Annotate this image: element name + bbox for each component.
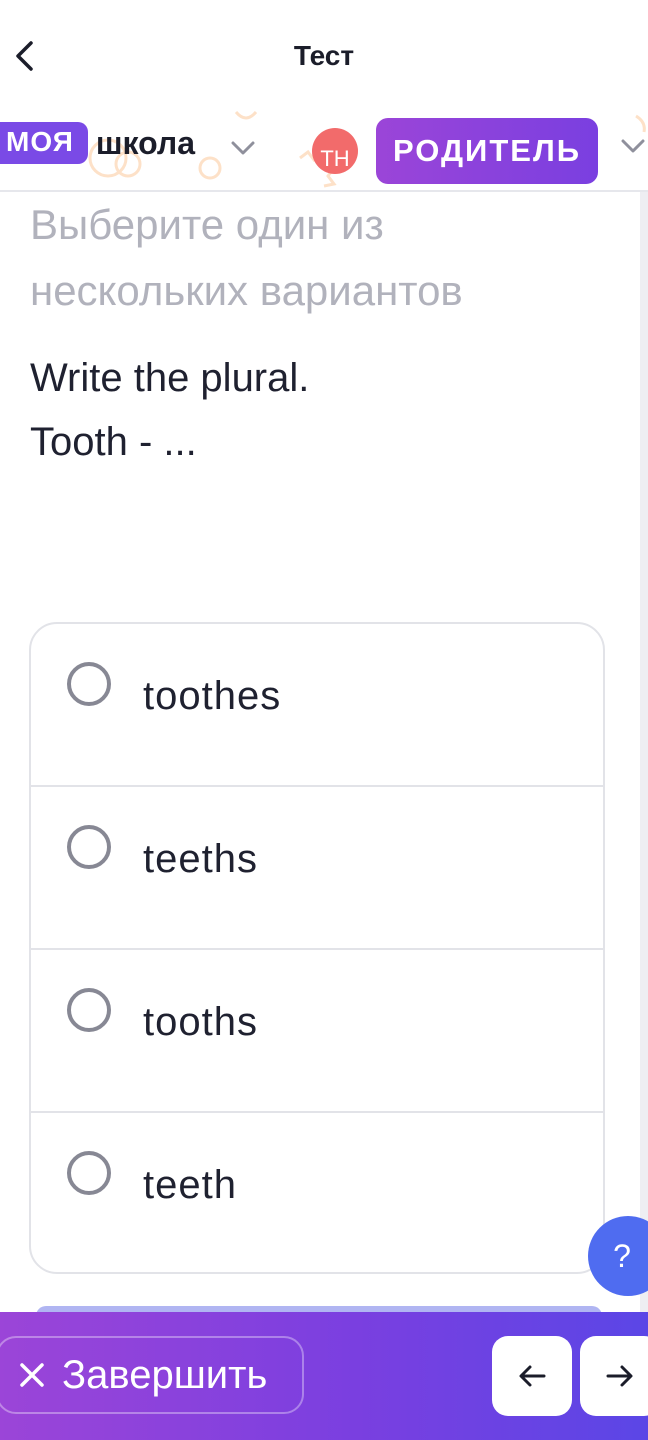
bottom-bar: Завершить — [0, 1312, 648, 1440]
question-hint: Выберите один из нескольких вариантов — [30, 201, 463, 314]
page-title: Тест — [293, 40, 355, 71]
answer-option[interactable]: teeths — [31, 787, 603, 950]
finish-button[interactable]: Завершить — [0, 1336, 304, 1414]
question-mark-icon: ? — [613, 1237, 631, 1274]
radio-button[interactable] — [67, 1151, 111, 1195]
scrollbar[interactable] — [640, 192, 648, 1312]
prev-button[interactable] — [492, 1336, 572, 1416]
chevron-down-icon[interactable] — [620, 138, 646, 154]
option-label: teeths — [143, 837, 258, 881]
brand-word: школа — [95, 124, 195, 161]
brand-logo[interactable]: МОЯ школа — [0, 122, 195, 164]
option-label: teeth — [143, 1163, 237, 1207]
brand-pill: МОЯ — [0, 122, 88, 164]
answer-option[interactable]: teeth — [31, 1113, 603, 1272]
option-label: toothes — [143, 674, 282, 718]
next-button[interactable] — [580, 1336, 648, 1416]
chevron-down-icon[interactable] — [230, 140, 256, 156]
radio-button[interactable] — [67, 825, 111, 869]
answer-option[interactable]: toothes — [31, 624, 603, 787]
arrow-left-icon — [519, 1365, 546, 1387]
role-button[interactable]: РОДИТЕЛЬ — [376, 118, 598, 184]
arrow-right-icon — [606, 1365, 633, 1387]
avatar[interactable]: ТН — [312, 128, 358, 174]
close-icon — [2, 1361, 62, 1389]
option-label: tooths — [143, 1000, 258, 1044]
answer-options: toothes teeths tooths teeth — [29, 622, 605, 1274]
finish-label: Завершить — [62, 1352, 268, 1397]
radio-button[interactable] — [67, 662, 111, 706]
question-text: Write the plural. — [30, 356, 310, 400]
app-header: МОЯ школа ТН РОДИТЕЛЬ — [0, 108, 648, 192]
question-prompt: Tooth - ... — [30, 420, 197, 464]
avatar-initials: ТН — [320, 146, 350, 171]
radio-button[interactable] — [67, 988, 111, 1032]
answer-option[interactable]: tooths — [31, 950, 603, 1113]
top-bar: Тест — [0, 0, 648, 110]
